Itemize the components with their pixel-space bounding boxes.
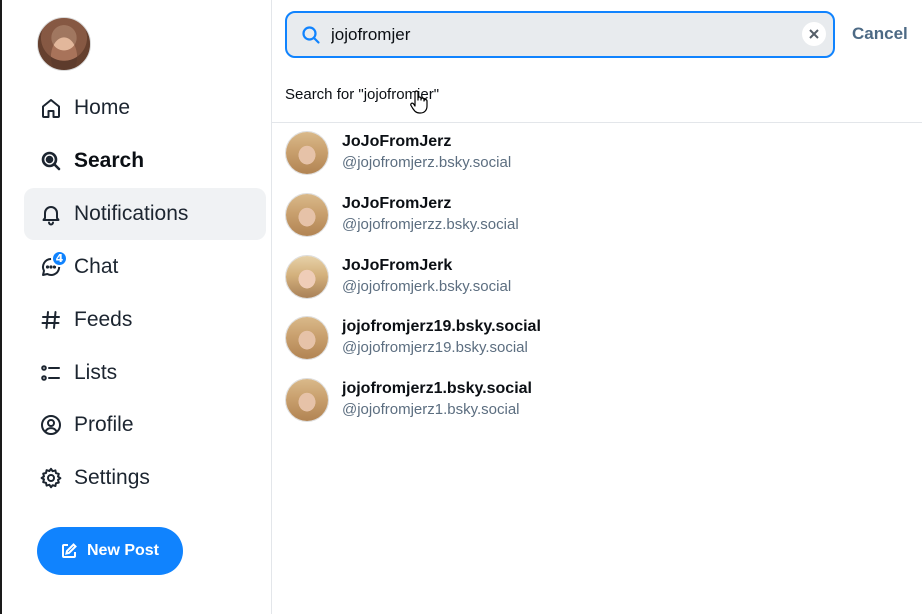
new-post-button[interactable]: New Post <box>37 527 183 575</box>
sidebar-item-label: Notifications <box>74 202 189 225</box>
result-handle: @jojofromjerz1.bsky.social <box>342 401 520 418</box>
hash-icon <box>38 307 64 333</box>
new-post-label: New Post <box>86 542 159 559</box>
result-handle: @jojofromjerz.bsky.social <box>342 154 512 171</box>
result-handle: @jojofromjerk.bsky.social <box>342 278 512 295</box>
sidebar-item-label: Search <box>74 149 145 172</box>
sidebar-item-home[interactable]: Home <box>24 82 266 134</box>
sidebar-item-feeds[interactable]: Feeds <box>24 294 266 346</box>
result-handle: @jojofromjerz19.bsky.social <box>342 339 528 356</box>
cancel-button[interactable]: Cancel <box>852 24 908 44</box>
search-result[interactable]: JoJoFromJerz @jojofromjerzz.bsky.social <box>272 184 922 246</box>
sidebar-item-settings[interactable]: Settings <box>24 452 266 504</box>
result-name: JoJoFromJerz <box>342 195 452 212</box>
search-result[interactable]: jojofromjerz1.bsky.social @jojofromjerz1… <box>272 369 922 431</box>
avatar <box>285 131 329 175</box>
close-icon <box>809 29 819 39</box>
result-name: jojofromjerz19.bsky.social <box>342 318 541 335</box>
avatar <box>285 193 329 237</box>
gear-icon <box>38 465 64 491</box>
hand-cursor-icon <box>410 90 428 114</box>
sidebar-item-label: Lists <box>74 361 118 384</box>
search-input[interactable] <box>331 24 771 45</box>
result-name: JoJoFromJerk <box>342 257 453 274</box>
result-handle: @jojofromjerzz.bsky.social <box>342 216 519 233</box>
avatar <box>285 255 329 299</box>
sidebar-item-label: Feeds <box>74 308 133 331</box>
search-icon <box>301 25 321 45</box>
sidebar: Home Search Notifications 4 Chat Feeds L… <box>2 0 271 614</box>
home-icon <box>38 95 64 121</box>
unread-badge: 4 <box>51 250 68 267</box>
search-result[interactable]: JoJoFromJerz @jojofromjerz.bsky.social <box>272 122 922 184</box>
chat-icon: 4 <box>38 250 68 280</box>
sidebar-item-notifications[interactable]: Notifications <box>24 188 266 240</box>
sidebar-item-label: Chat <box>74 255 119 278</box>
sidebar-item-label: Settings <box>74 466 150 489</box>
avatar <box>285 378 329 422</box>
profile-icon <box>38 412 64 438</box>
bell-icon <box>38 201 64 227</box>
sidebar-item-chat[interactable]: 4 Chat <box>24 241 266 293</box>
result-name: JoJoFromJerz <box>342 133 452 150</box>
search-bar[interactable] <box>285 11 835 58</box>
result-name: jojofromjerz1.bsky.social <box>342 380 532 397</box>
search-icon <box>38 148 64 174</box>
clear-search-button[interactable] <box>802 22 826 46</box>
avatar <box>285 316 329 360</box>
list-icon <box>38 360 64 386</box>
search-result[interactable]: JoJoFromJerk @jojofromjerk.bsky.social <box>272 246 922 308</box>
sidebar-item-label: Home <box>74 96 131 119</box>
sidebar-item-label: Profile <box>74 413 134 436</box>
user-avatar[interactable] <box>37 17 91 71</box>
search-result[interactable]: jojofromjerz19.bsky.social @jojofromjerz… <box>272 307 922 369</box>
sidebar-item-profile[interactable]: Profile <box>24 399 266 451</box>
sidebar-item-lists[interactable]: Lists <box>24 347 266 399</box>
compose-icon <box>61 543 77 558</box>
sidebar-item-search[interactable]: Search <box>24 135 266 187</box>
